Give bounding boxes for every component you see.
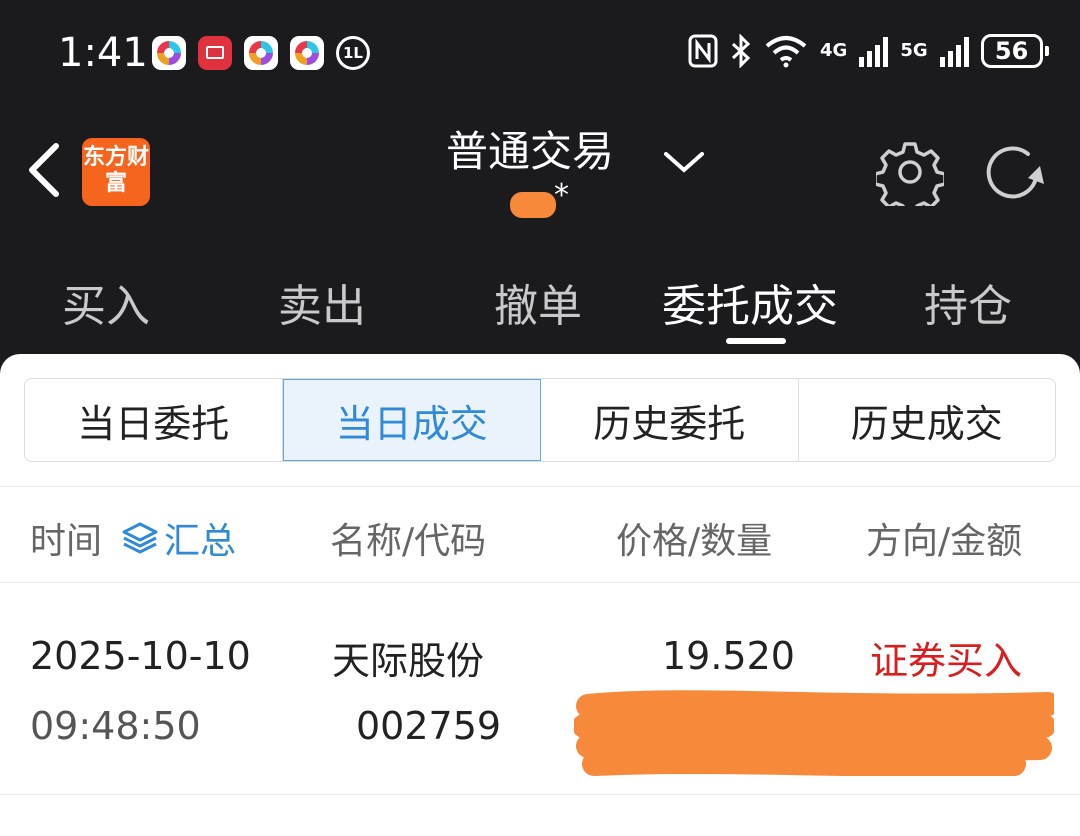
redacted-account [510, 192, 556, 218]
app-notification-icon [152, 36, 186, 70]
trade-direction: 证券买入 [870, 639, 1023, 683]
tab-sell[interactable]: 卖出 [278, 270, 366, 334]
top-bar: 1:41 1L 4G 5G 56 东方财富 普通交易 * 买入 卖出 撤单 委托… [0, 0, 1080, 360]
content-panel: 当日委托 当日成交 历史委托 历史成交 时间 汇总 名称/代码 价格/数量 方向… [0, 354, 1080, 836]
chevron-down-icon[interactable] [662, 150, 706, 176]
page-title[interactable]: 普通交易 [446, 118, 614, 179]
divider [0, 582, 1080, 583]
signal-4g-icon [859, 35, 889, 67]
bluetooth-icon [731, 34, 751, 68]
refresh-icon[interactable] [978, 138, 1050, 210]
network-5g-label: 5G [900, 40, 928, 61]
app-logo: 东方财富 [82, 138, 150, 206]
redaction-scribble [574, 690, 1054, 776]
tab-buy[interactable]: 买入 [62, 270, 150, 334]
signal-5g-icon [939, 35, 969, 67]
layers-icon [122, 522, 158, 554]
header-direction-amount: 方向/金额 [866, 521, 1023, 562]
divider [0, 486, 1080, 487]
divider [0, 794, 1080, 795]
settings-gear-icon[interactable] [876, 138, 944, 206]
trade-date: 2025-10-10 [30, 634, 251, 678]
trade-time: 09:48:50 [30, 704, 201, 748]
app-notification-icon [290, 36, 324, 70]
subtab-history-trades[interactable]: 历史成交 [799, 379, 1056, 461]
trade-price: 19.520 [662, 634, 795, 678]
active-tab-indicator [726, 338, 786, 344]
account-suffix: * [554, 178, 569, 213]
red-book-icon [198, 36, 232, 70]
battery-icon: 56 [980, 34, 1049, 68]
app-notification-icon [244, 36, 278, 70]
back-arrow-icon[interactable] [22, 140, 72, 200]
tab-orders-trades[interactable]: 委托成交 [662, 270, 838, 334]
stock-name: 天际股份 [332, 639, 485, 683]
sub-tab-bar: 当日委托 当日成交 历史委托 历史成交 [24, 378, 1056, 462]
system-icons: 4G 5G 56 [688, 34, 1049, 68]
status-time: 1:41 [58, 30, 148, 76]
network-4g-label: 4G [820, 40, 848, 61]
tab-cancel[interactable]: 撤单 [494, 270, 582, 334]
nfc-icon [688, 34, 718, 68]
account-label[interactable]: * [510, 178, 570, 220]
summary-label: 汇总 [164, 521, 237, 562]
subtab-today-orders[interactable]: 当日委托 [25, 379, 283, 461]
subtab-history-orders[interactable]: 历史委托 [541, 379, 799, 461]
summary-button[interactable]: 汇总 [120, 512, 236, 564]
tab-positions[interactable]: 持仓 [924, 270, 1012, 334]
circle-badge-icon: 1L [336, 36, 370, 70]
subtab-today-trades[interactable]: 当日成交 [282, 379, 541, 461]
stock-code: 002759 [356, 704, 502, 748]
header-name-code: 名称/代码 [330, 521, 487, 562]
wifi-icon [765, 36, 807, 68]
notification-icons: 1L [152, 36, 370, 70]
header-price-qty: 价格/数量 [616, 521, 773, 562]
header-time: 时间 [30, 521, 103, 562]
